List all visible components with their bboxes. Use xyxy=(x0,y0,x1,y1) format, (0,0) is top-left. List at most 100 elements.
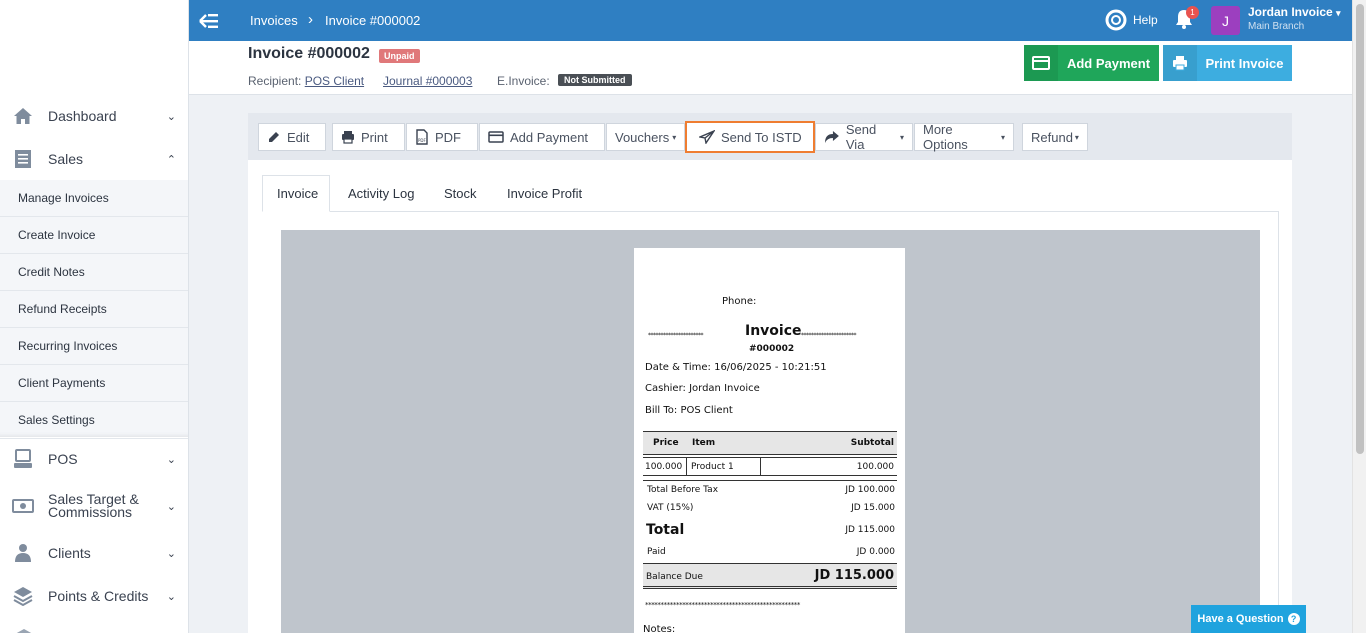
vat-value: JD 15.000‎ xyxy=(851,503,895,513)
receipt-table-header: Price Item Subtotal xyxy=(643,431,897,455)
lifebuoy-icon xyxy=(1105,9,1127,31)
have-a-question-button[interactable]: Have a Question ? xyxy=(1191,605,1306,633)
print-button[interactable]: Print xyxy=(332,123,405,151)
collapse-menu-button[interactable] xyxy=(189,0,229,41)
tab-content-border xyxy=(1278,211,1279,633)
refund-dropdown[interactable]: Refund ▾ xyxy=(1022,123,1088,151)
sidebar-item-label: Dashboard xyxy=(48,108,117,124)
page-scrollbar[interactable] xyxy=(1352,0,1366,633)
journal-link[interactable]: Journal #000003 xyxy=(383,74,472,88)
invoice-header: Invoice #000002 Unpaid Recipient: POS Cl… xyxy=(189,41,1352,95)
sales-icon xyxy=(12,148,34,170)
sidebar-item-label: Sales xyxy=(48,151,84,167)
breadcrumb-separator: › xyxy=(308,11,313,28)
pdf-button[interactable]: PDF PDF xyxy=(406,123,478,151)
send-to-istd-button[interactable]: Send To ISTD xyxy=(685,121,815,153)
chevron-down-icon: ⌄ xyxy=(166,500,176,513)
pos-icon xyxy=(12,448,34,470)
clients-icon xyxy=(12,542,34,564)
printer-icon xyxy=(1163,45,1197,81)
paper-plane-icon xyxy=(699,130,715,144)
more-options-dropdown[interactable]: More Options ▾ xyxy=(914,122,1014,152)
notification-badge: 1 xyxy=(1186,6,1199,19)
status-badge: Unpaid xyxy=(379,49,420,63)
submenu-item-manage-invoices[interactable]: Manage Invoices xyxy=(0,180,188,217)
avatar[interactable]: J xyxy=(1211,6,1240,35)
user-branch: Main Branch xyxy=(1248,21,1305,32)
balance-row: Balance Due JD 115.000‎ xyxy=(643,563,897,589)
chevron-up-icon: ⌃ xyxy=(166,153,176,166)
sales-submenu: Manage Invoices Create Invoice Credit No… xyxy=(0,180,188,439)
receipt-phone: Phone: xyxy=(722,296,757,307)
journal-link-wrap: Journal #000003 xyxy=(383,74,472,88)
caret-down-icon: ▾ xyxy=(1074,132,1079,142)
submenu-item-credit-notes[interactable]: Credit Notes xyxy=(0,254,188,291)
paid-label: Paid xyxy=(647,547,666,557)
submenu-item-client-payments[interactable]: Client Payments xyxy=(0,365,188,402)
add-payment-button[interactable]: Add Payment xyxy=(1024,45,1159,81)
receipt-notes-label: Notes: xyxy=(643,624,676,633)
submenu-item-create-invoice[interactable]: Create Invoice xyxy=(0,217,188,254)
tab-invoice-profit[interactable]: Invoice Profit xyxy=(493,175,596,212)
receipt-heading: Invoice xyxy=(745,323,802,339)
caret-down-icon: ▾ xyxy=(1000,132,1005,142)
chevron-down-icon: ⌄ xyxy=(166,547,176,560)
receipt-row: 100.000 Product 1 100.000 xyxy=(643,457,897,476)
vouchers-dropdown[interactable]: Vouchers ▾ xyxy=(606,123,685,151)
toolbar-add-payment-button[interactable]: Add Payment xyxy=(479,123,605,151)
sidebar-item-sales[interactable]: Sales ⌃ xyxy=(0,147,188,171)
total-label: Total xyxy=(646,522,685,538)
printer-icon xyxy=(342,131,354,144)
arrow-left-menu-icon xyxy=(199,13,218,28)
recipient-info: Recipient: POS Client xyxy=(248,74,365,88)
caret-down-icon: ▾ xyxy=(672,132,677,142)
sidebar-item-label: Sales Target & Commissions xyxy=(48,491,139,520)
notifications-button[interactable]: 1 xyxy=(1174,6,1199,35)
edit-button[interactable]: Edit xyxy=(258,123,326,151)
tab-activity-log[interactable]: Activity Log xyxy=(334,175,428,212)
submenu-item-refund-receipts[interactable]: Refund Receipts xyxy=(0,291,188,328)
divider xyxy=(643,480,897,481)
sidebar-item-clients[interactable]: Clients ⌄ xyxy=(0,541,188,565)
sidebar-item-sales-target[interactable]: Sales Target & Commissions ⌄ xyxy=(0,490,188,522)
home-icon xyxy=(12,105,34,127)
balance-label: Balance Due xyxy=(646,572,703,582)
help-button[interactable]: Help xyxy=(1105,9,1158,31)
caret-down-icon: ▾ xyxy=(1336,8,1341,18)
submenu-item-recurring-invoices[interactable]: Recurring Invoices xyxy=(0,328,188,365)
invoice-preview: Phone: ********************** Invoice **… xyxy=(281,230,1260,633)
sidebar-item-label: POS xyxy=(48,451,78,467)
page-title: Invoice #000002 xyxy=(248,45,370,62)
send-via-dropdown[interactable]: Send Via ▾ xyxy=(815,122,913,152)
receipt-cashier: Cashier: Jordan Invoice xyxy=(645,383,760,394)
tab-stock[interactable]: Stock xyxy=(430,175,491,212)
sidebar-item-label: Points & Credits xyxy=(48,588,149,604)
action-toolbar: Edit Print PDF PDF Add Payment Vouchers … xyxy=(248,113,1292,160)
sidebar: Dashboard ⌄ Sales ⌃ Manage Invoices Crea… xyxy=(0,0,189,633)
einvoice-status-badge: Not Submitted xyxy=(558,74,632,86)
receipt-number: #000002 xyxy=(749,344,795,354)
sidebar-item-points-credits[interactable]: Points & Credits ⌄ xyxy=(0,584,188,608)
col-subtotal: Subtotal xyxy=(850,438,894,448)
total-before-tax-label: Total Before Tax xyxy=(647,485,719,495)
submenu-item-sales-settings[interactable]: Sales Settings xyxy=(0,402,188,439)
user-name[interactable]: Jordan Invoice ▾ xyxy=(1248,5,1341,19)
breadcrumb-current: Invoice #000002 xyxy=(325,13,421,28)
invoice-panel: Edit Print PDF PDF Add Payment Vouchers … xyxy=(248,113,1292,633)
sidebar-item-dashboard[interactable]: Dashboard ⌄ xyxy=(0,104,188,128)
balance-value: JD 115.000‎ xyxy=(814,568,894,583)
recipient-link[interactable]: POS Client xyxy=(305,74,364,88)
tab-invoice[interactable]: Invoice xyxy=(262,175,330,212)
invoice-tabs: Invoice Activity Log Stock Invoice Profi… xyxy=(262,175,1279,212)
breadcrumb-invoices[interactable]: Invoices xyxy=(250,13,298,28)
row-item: Product 1 xyxy=(691,462,734,472)
receipt-stars-left: ********************** xyxy=(648,332,704,339)
einvoice-label: E.Invoice: xyxy=(497,74,550,88)
scrollbar-thumb[interactable] xyxy=(1356,4,1364,454)
paid-value: JD 0.000‎ xyxy=(856,547,895,557)
receipt-stars-line: ****************************************… xyxy=(645,601,801,609)
row-subtotal: 100.000 xyxy=(856,462,894,472)
sidebar-item-pos[interactable]: POS ⌄ xyxy=(0,447,188,471)
print-invoice-button[interactable]: Print Invoice xyxy=(1163,45,1292,81)
col-item: Item xyxy=(692,438,716,448)
